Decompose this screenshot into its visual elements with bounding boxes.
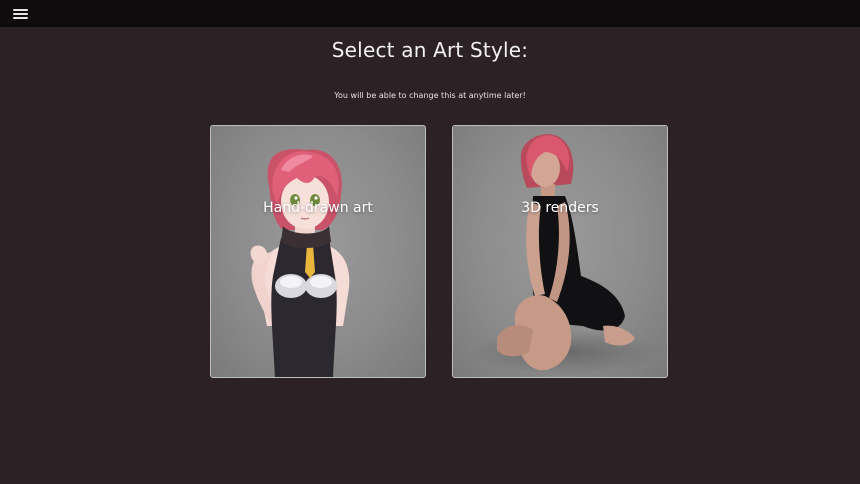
style-card-3d-renders[interactable]: 3D renders <box>452 125 668 378</box>
hamburger-menu-icon[interactable] <box>13 8 28 19</box>
style-card-hand-drawn[interactable]: Hand-drawn art <box>210 125 426 378</box>
anime-girl-illustration <box>250 149 350 377</box>
style-label-3d-renders: 3D renders <box>521 200 599 216</box>
3d-render-kneeling-woman <box>469 134 661 374</box>
page-title: Select an Art Style: <box>331 38 529 62</box>
style-label-hand-drawn: Hand-drawn art <box>263 200 373 216</box>
page-subtitle: You will be able to change this at anyti… <box>334 91 526 100</box>
top-bar <box>0 0 860 27</box>
